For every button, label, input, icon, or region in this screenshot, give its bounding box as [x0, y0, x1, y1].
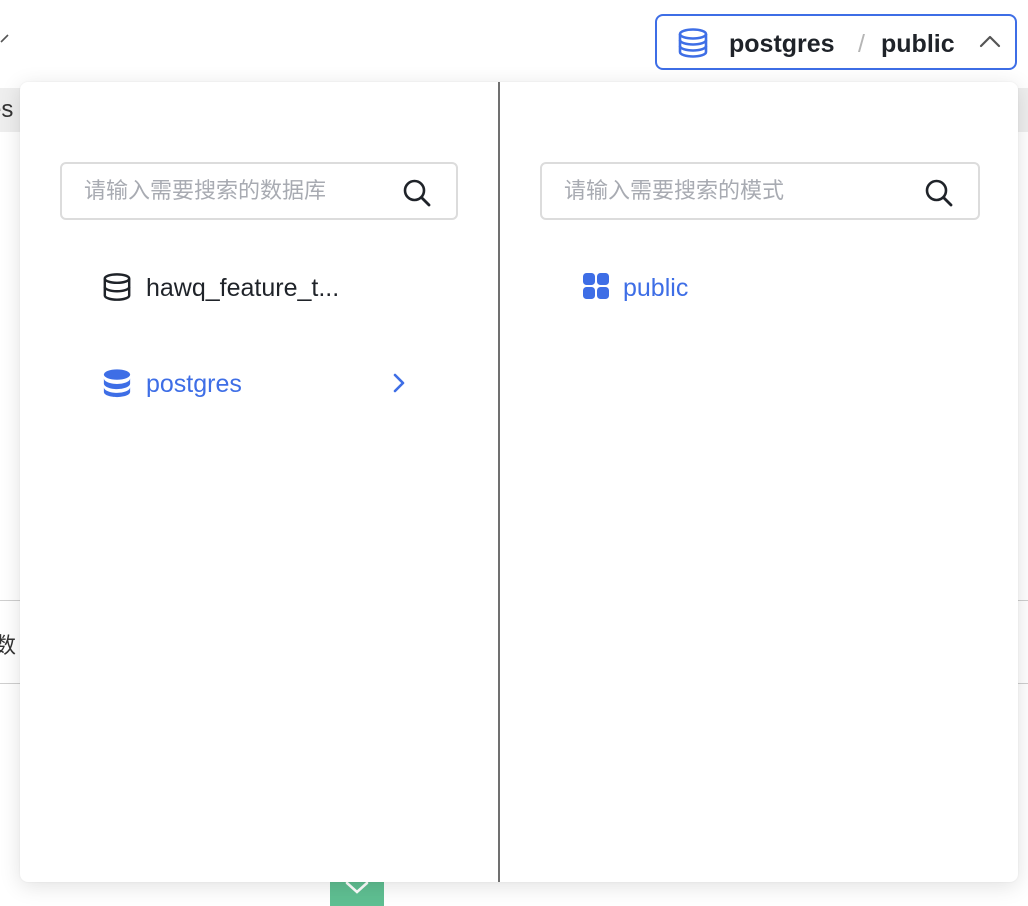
search-icon[interactable]	[924, 178, 954, 208]
schema-search-box	[540, 162, 980, 220]
dropdown-panel: hawq_feature_t... postgres	[20, 82, 1018, 882]
schema-search-input[interactable]	[564, 174, 864, 208]
background-label: 数	[0, 633, 17, 658]
database-item-label: hawq_feature_t...	[146, 274, 340, 302]
chevron-icon	[0, 34, 9, 43]
database-search-box	[60, 162, 458, 220]
database-item-postgres[interactable]: postgres	[102, 360, 442, 408]
database-icon	[678, 28, 708, 58]
selected-database: postgres	[729, 30, 835, 58]
selected-schema: public	[881, 30, 955, 58]
database-schema-selector[interactable]: postgres / public	[655, 14, 1017, 70]
search-icon[interactable]	[402, 178, 432, 208]
database-item-hawq[interactable]: hawq_feature_t...	[102, 264, 442, 312]
database-icon	[103, 273, 131, 301]
path-separator: /	[858, 30, 865, 58]
background-tab-label: es	[0, 96, 14, 123]
background-tab: es	[0, 88, 22, 132]
schema-item-public[interactable]: public	[582, 264, 882, 312]
schema-item-label: public	[623, 274, 689, 302]
chevron-up-icon[interactable]	[979, 34, 1001, 48]
schema-grid-icon	[583, 273, 609, 299]
database-icon	[103, 369, 131, 398]
database-item-label: postgres	[146, 370, 242, 398]
database-search-input[interactable]	[84, 174, 384, 208]
check-icon	[345, 881, 369, 894]
background-strip	[1018, 88, 1028, 132]
column-divider	[498, 82, 500, 882]
chevron-right-icon	[393, 373, 405, 393]
